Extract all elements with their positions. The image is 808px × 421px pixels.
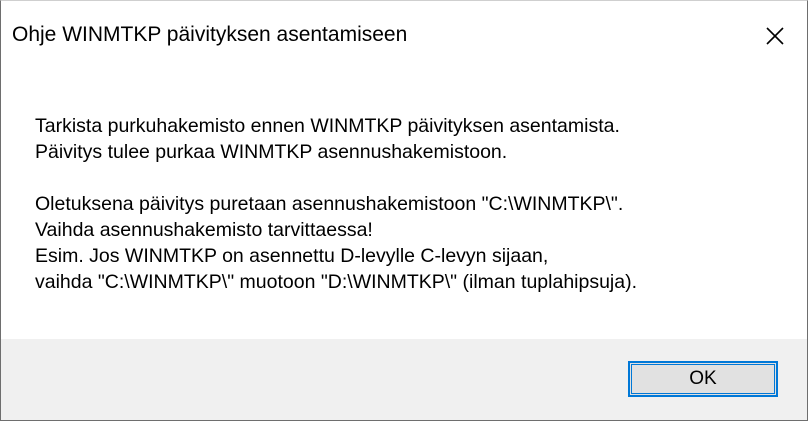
close-icon bbox=[766, 27, 784, 45]
dialog-footer: OK bbox=[1, 339, 807, 420]
close-button[interactable] bbox=[743, 1, 807, 71]
ok-button-label: OK bbox=[689, 368, 717, 389]
window-title: Ohje WINMTKP päivityksen asentamiseen bbox=[12, 23, 408, 46]
message-line: Oletuksena päivitys puretaan asennushake… bbox=[35, 193, 624, 215]
message-line: Esim. Jos WINMTKP on asennettu D-levylle… bbox=[35, 245, 549, 267]
message-text: Tarkista purkuhakemisto ennen WINMTKP pä… bbox=[35, 113, 637, 295]
dialog-content: Tarkista purkuhakemisto ennen WINMTKP pä… bbox=[1, 71, 807, 339]
title-bar[interactable]: Ohje WINMTKP päivityksen asentamiseen bbox=[1, 1, 807, 71]
message-line: vaihda "C:\WINMTKP\" muotoon "D:\WINMTKP… bbox=[35, 271, 638, 293]
message-line: Päivitys tulee purkaa WINMTKP asennushak… bbox=[35, 141, 508, 163]
message-dialog: Ohje WINMTKP päivityksen asentamiseen Ta… bbox=[0, 0, 808, 421]
ok-button[interactable]: OK bbox=[628, 361, 778, 397]
message-line: Tarkista purkuhakemisto ennen WINMTKP pä… bbox=[35, 115, 620, 137]
message-line: Vaihda asennushakemisto tarvittaessa! bbox=[35, 219, 373, 241]
